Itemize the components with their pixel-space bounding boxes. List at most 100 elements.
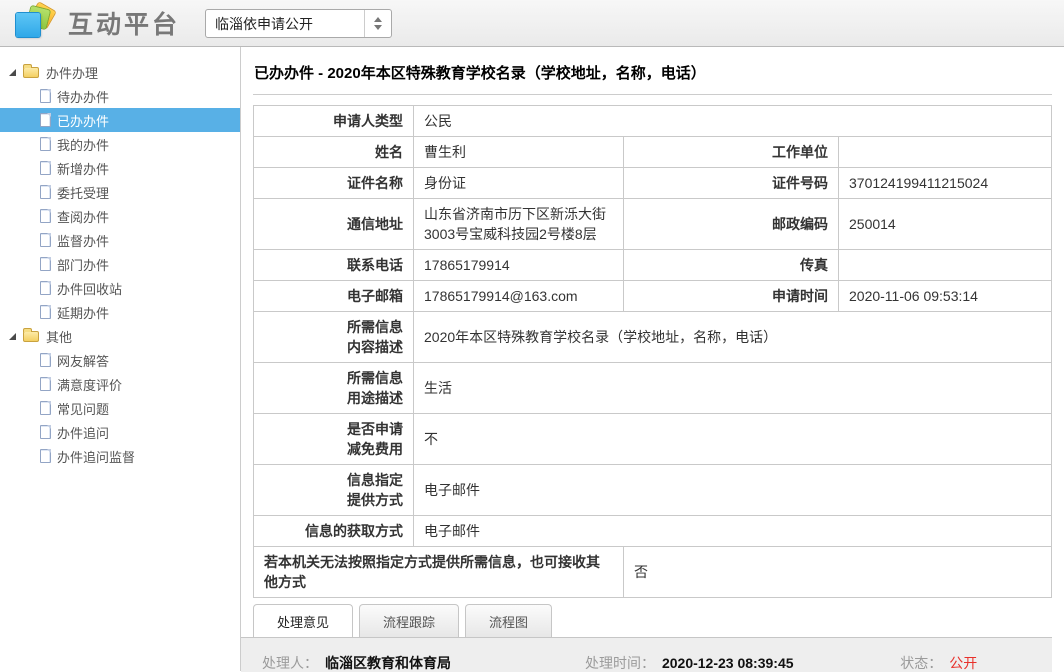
document-icon (40, 377, 51, 391)
sidebar-item-label: 常见问题 (57, 399, 109, 418)
sidebar-item-yiban[interactable]: 已办办件 (0, 108, 240, 132)
field-label: 信息的获取方式 (254, 516, 414, 547)
document-icon (40, 89, 51, 103)
sidebar-tree: 办件办理 待办办件 已办办件 我的办件 新增办件 委托受理 查阅办件 监督办件 (0, 47, 241, 671)
sidebar-item-label: 满意度评价 (57, 375, 122, 394)
document-icon (40, 305, 51, 319)
field-value: 山东省济南市历下区新泺大街3003号宝威科技园2号楼8层 (414, 199, 624, 250)
sidebar-item-manyidu[interactable]: 满意度评价 (0, 372, 240, 396)
sidebar-item-label: 部门办件 (57, 255, 109, 274)
tab-flow-chart[interactable]: 流程图 (465, 604, 552, 637)
field-value: 不 (414, 414, 1052, 465)
status-group: 状态： 公开 (900, 653, 1031, 672)
logo-blue-square (16, 13, 40, 37)
tab-bar: 处理意见 流程跟踪 流程图 (253, 604, 1052, 637)
document-icon (40, 449, 51, 463)
table-row: 所需信息 用途描述 生活 (254, 363, 1052, 414)
field-value: 17865179914@163.com (414, 281, 624, 312)
handler-label: 处理人： (262, 653, 318, 672)
document-icon (40, 113, 51, 127)
handler-value: 临淄区教育和体育局 (325, 653, 451, 672)
document-icon (40, 185, 51, 199)
tree-expander-icon[interactable] (9, 69, 16, 76)
sidebar-item-xinzeng[interactable]: 新增办件 (0, 156, 240, 180)
table-row: 信息指定 提供方式 电子邮件 (254, 465, 1052, 516)
sidebar-item-label: 网友解答 (57, 351, 109, 370)
field-value: 公民 (414, 106, 1052, 137)
field-label: 证件号码 (624, 168, 839, 199)
sidebar-item-label: 办件追问 (57, 423, 109, 442)
field-label: 通信地址 (254, 199, 414, 250)
field-label: 若本机关无法按照指定方式提供所需信息，也可接收其他方式 (254, 547, 624, 598)
opinion-meta-row: 处理人： 临淄区教育和体育局 处理时间： 2020-12-23 08:39:45… (262, 653, 1031, 672)
sidebar-item-daiban[interactable]: 待办办件 (0, 84, 240, 108)
application-detail-table: 申请人类型 公民 姓名 曹生利 工作单位 证件名称 身份证 证件号码 37012… (253, 105, 1052, 598)
field-value: 370124199411215024 (839, 168, 1052, 199)
tab-process-tracking[interactable]: 流程跟踪 (359, 604, 459, 637)
sidebar-item-yanqi[interactable]: 延期办件 (0, 300, 240, 324)
status-badge: 公开 (949, 653, 977, 672)
field-label: 申请时间 (624, 281, 839, 312)
field-label: 证件名称 (254, 168, 414, 199)
sidebar-item-huishouzhan[interactable]: 办件回收站 (0, 276, 240, 300)
dropdown-spinner-icon[interactable] (364, 10, 391, 37)
folder-icon (23, 67, 39, 78)
sidebar-item-label: 办件回收站 (57, 279, 122, 298)
top-header: 互动平台 临淄依申请公开 (0, 0, 1064, 47)
table-row: 通信地址 山东省济南市历下区新泺大街3003号宝威科技园2号楼8层 邮政编码 2… (254, 199, 1052, 250)
sidebar-item-weituo[interactable]: 委托受理 (0, 180, 240, 204)
field-value (839, 137, 1052, 168)
field-label: 姓名 (254, 137, 414, 168)
main-content: 已办办件 - 2020年本区特殊教育学校名录（学校地址，名称，电话） 申请人类型… (241, 47, 1064, 671)
sidebar-group-label: 其他 (46, 327, 72, 346)
app-title: 互动平台 (68, 5, 180, 41)
handle-time-label: 处理时间： (585, 653, 655, 672)
field-value: 2020年本区特殊教育学校名录（学校地址，名称，电话） (414, 312, 1052, 363)
sidebar-item-wangyou-jieda[interactable]: 网友解答 (0, 348, 240, 372)
tab-handling-opinion[interactable]: 处理意见 (253, 604, 353, 637)
sidebar-item-label: 已办办件 (57, 111, 109, 130)
sidebar-item-label: 待办办件 (57, 87, 109, 106)
field-value: 电子邮件 (414, 465, 1052, 516)
tree-expander-icon[interactable] (9, 333, 16, 340)
field-label: 传真 (624, 250, 839, 281)
document-icon (40, 281, 51, 295)
sidebar-group-label: 办件办理 (46, 63, 98, 82)
page-title: 已办办件 - 2020年本区特殊教育学校名录（学校地址，名称，电话） (253, 53, 1052, 95)
field-value: 生活 (414, 363, 1052, 414)
field-label: 信息指定 提供方式 (254, 465, 414, 516)
sidebar-item-wode[interactable]: 我的办件 (0, 132, 240, 156)
sidebar-item-label: 查阅办件 (57, 207, 109, 226)
handle-time-value: 2020-12-23 08:39:45 (662, 655, 794, 671)
table-row: 信息的获取方式 电子邮件 (254, 516, 1052, 547)
sidebar-item-zhuiwen-jiandu[interactable]: 办件追问监督 (0, 444, 240, 468)
field-label: 联系电话 (254, 250, 414, 281)
sidebar-item-jiandu[interactable]: 监督办件 (0, 228, 240, 252)
field-value (839, 250, 1052, 281)
table-row: 所需信息 内容描述 2020年本区特殊教育学校名录（学校地址，名称，电话） (254, 312, 1052, 363)
field-label: 电子邮箱 (254, 281, 414, 312)
field-value: 曹生利 (414, 137, 624, 168)
sidebar-item-changjian-wenti[interactable]: 常见问题 (0, 396, 240, 420)
sidebar-item-zhuiwen[interactable]: 办件追问 (0, 420, 240, 444)
module-select[interactable]: 临淄依申请公开 (205, 9, 392, 38)
sidebar-group-qita[interactable]: 其他 (0, 324, 240, 348)
sidebar-group-banjian-banli[interactable]: 办件办理 (0, 60, 240, 84)
spinner-up-icon (374, 17, 382, 22)
sidebar-item-label: 我的办件 (57, 135, 109, 154)
sidebar-item-bumen[interactable]: 部门办件 (0, 252, 240, 276)
field-label: 所需信息 用途描述 (254, 363, 414, 414)
field-value: 17865179914 (414, 250, 624, 281)
field-label: 邮政编码 (624, 199, 839, 250)
table-row: 申请人类型 公民 (254, 106, 1052, 137)
field-value: 电子邮件 (414, 516, 1052, 547)
document-icon (40, 137, 51, 151)
status-label: 状态： (900, 653, 942, 672)
spinner-down-icon (374, 25, 382, 30)
sidebar-item-chayue[interactable]: 查阅办件 (0, 204, 240, 228)
field-value: 250014 (839, 199, 1052, 250)
field-label: 是否申请 减免费用 (254, 414, 414, 465)
field-label: 所需信息 内容描述 (254, 312, 414, 363)
table-row: 联系电话 17865179914 传真 (254, 250, 1052, 281)
table-row: 姓名 曹生利 工作单位 (254, 137, 1052, 168)
